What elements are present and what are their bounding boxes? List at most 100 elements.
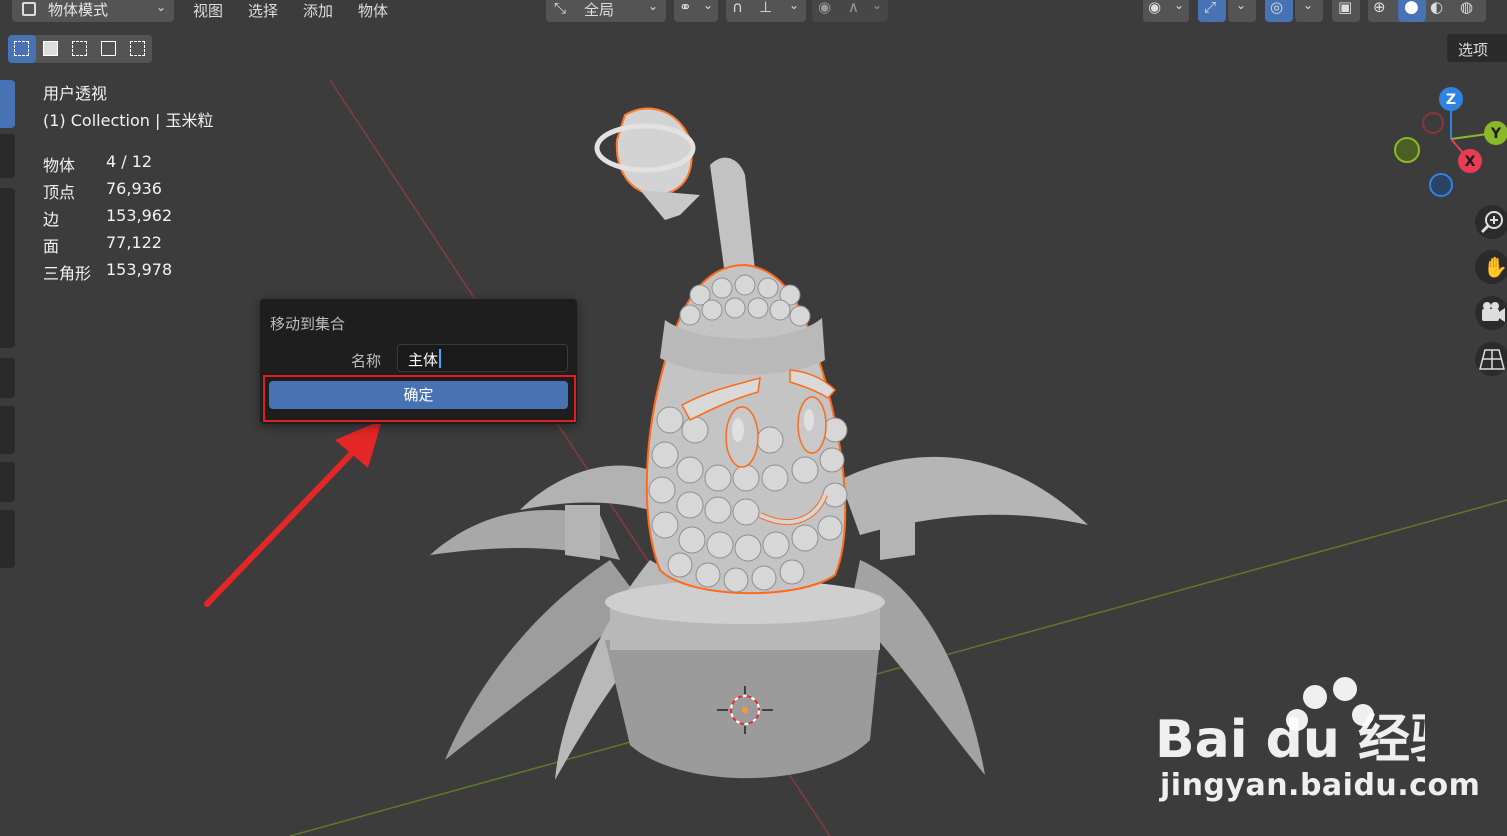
annotation-highlight-box <box>263 375 576 422</box>
pan-button[interactable]: ✋ <box>1475 250 1507 284</box>
proportional-editing-toggle[interactable]: ◉ ∧ ⌄ <box>812 0 888 22</box>
tool-measure[interactable] <box>0 406 15 454</box>
stats-row-edges: 边 153,962 <box>43 206 172 230</box>
menu-object[interactable]: 物体 <box>358 0 388 21</box>
gizmo-dropdown[interactable]: ⌄ <box>1228 0 1256 22</box>
overlay-toggle[interactable]: ◎ <box>1265 0 1293 22</box>
navigation-gizmo[interactable]: Z Y X <box>1390 85 1507 205</box>
stats-label: 边 <box>43 210 60 229</box>
visibility-dropdown[interactable]: ◉ ⌄ <box>1143 0 1189 22</box>
select-new-button[interactable] <box>8 35 36 63</box>
gizmo-toggle[interactable]: ⤢ <box>1198 0 1226 22</box>
tool-select-box[interactable] <box>0 80 15 128</box>
chevron-down-icon: ⌄ <box>1236 0 1247 12</box>
xray-icon: ▣ <box>1338 0 1353 16</box>
select-extend-button[interactable] <box>37 35 65 63</box>
neg-z-handle[interactable] <box>1429 173 1453 197</box>
stats-value: 153,962 <box>106 206 173 225</box>
proportional-icon: ◉ <box>818 0 832 16</box>
grid-view-icon <box>1479 349 1505 370</box>
hand-icon: ✋ <box>1483 255 1507 279</box>
stats-label: 物体 <box>43 156 76 175</box>
xray-toggle[interactable]: ▣ <box>1332 0 1360 22</box>
solid-shading-icon: ● <box>1404 0 1419 17</box>
eye-icon: ◉ <box>1148 0 1162 16</box>
stats-value: 77,122 <box>106 233 162 252</box>
wireframe-shading-icon[interactable]: ⊕ <box>1373 0 1386 16</box>
gizmo-icon: ⤢ <box>1204 0 1217 16</box>
tool-cursor[interactable] <box>0 134 15 178</box>
select-box-icon <box>14 41 29 56</box>
menu-view[interactable]: 视图 <box>193 0 223 21</box>
solid-shading-button[interactable]: ● <box>1398 0 1426 22</box>
select-intersect-button[interactable] <box>124 35 152 63</box>
tool-transform-group[interactable] <box>0 188 15 348</box>
chevron-down-icon: ⌄ <box>703 0 714 12</box>
selection-mode-group <box>8 35 152 63</box>
falloff-icon: ∧ <box>848 0 859 16</box>
select-invert-button[interactable] <box>95 35 123 63</box>
watermark-url: jingyan.baidu.com <box>1160 768 1481 803</box>
select-intersect-icon <box>130 41 145 56</box>
perspective-toggle-button[interactable] <box>1475 342 1507 376</box>
overlay-icon: ◎ <box>1270 0 1284 16</box>
options-label: 选项 <box>1458 41 1489 59</box>
viewport-header: 物体模式 ⌄ 视图 选择 添加 物体 ⤡ 全局 ⌄ ⚭ ⌄ ∩ ⊥ ⌄ ◉ ∧ … <box>0 0 1507 24</box>
camera-view-button[interactable] <box>1475 296 1507 330</box>
stats-row-objects: 物体 4 / 12 <box>43 152 152 176</box>
collection-name-input[interactable]: 主体 <box>397 344 568 372</box>
3d-viewport[interactable]: 物体模式 ⌄ 视图 选择 添加 物体 ⤡ 全局 ⌄ ⚭ ⌄ ∩ ⊥ ⌄ ◉ ∧ … <box>0 0 1507 836</box>
annotation-arrow <box>204 420 382 607</box>
object-mode-label: 物体模式 <box>48 0 109 19</box>
select-invert-icon <box>101 41 116 56</box>
select-subtract-icon <box>72 41 87 56</box>
material-shading-icon[interactable]: ◐ <box>1430 0 1443 16</box>
tool-extra[interactable] <box>0 510 15 568</box>
object-mode-dropdown[interactable]: 物体模式 ⌄ <box>12 0 174 22</box>
pivot-icon: ⚭ <box>679 0 692 16</box>
corn-model[interactable] <box>430 107 1088 780</box>
dialog-title: 移动到集合 <box>270 315 346 333</box>
menu-select[interactable]: 选择 <box>248 0 278 21</box>
stats-value: 4 / 12 <box>106 152 153 171</box>
pivot-point-dropdown[interactable]: ⚭ ⌄ <box>674 0 718 22</box>
name-label: 名称 <box>351 352 382 370</box>
stats-label: 三角形 <box>43 264 92 283</box>
stats-row-faces: 面 77,122 <box>43 233 162 257</box>
transform-orientation-label: 全局 <box>584 1 615 19</box>
stats-value: 153,978 <box>106 260 173 279</box>
object-mode-icon <box>22 2 36 16</box>
snap-toggle[interactable]: ∩ ⊥ ⌄ <box>726 0 806 22</box>
watermark-brand: Bai du 经验 <box>1155 710 1425 765</box>
tool-annotate[interactable] <box>0 358 15 398</box>
menu-add[interactable]: 添加 <box>303 0 333 21</box>
camera-icon <box>1482 302 1505 322</box>
overlay-dropdown[interactable]: ⌄ <box>1295 0 1323 22</box>
select-extend-icon <box>43 41 58 56</box>
x-axis-label: X <box>1465 154 1476 170</box>
zoom-icon <box>1480 211 1503 234</box>
options-dropdown[interactable]: 选项 <box>1447 34 1507 62</box>
chevron-down-icon: ⌄ <box>872 0 883 12</box>
collection-line: (1) Collection | 玉米粒 <box>43 111 214 130</box>
neg-y-handle[interactable] <box>1394 137 1420 163</box>
transform-orientation-dropdown[interactable]: ⤡ 全局 ⌄ <box>546 0 666 22</box>
z-axis-label: Z <box>1446 92 1456 108</box>
neg-x-handle[interactable] <box>1422 112 1444 134</box>
chevron-down-icon: ⌄ <box>1303 0 1314 12</box>
select-subtract-button[interactable] <box>66 35 94 63</box>
text-caret <box>439 349 441 368</box>
y-axis-label: Y <box>1490 126 1502 142</box>
zoom-button[interactable] <box>1475 205 1507 239</box>
tool-add-cube[interactable] <box>0 462 15 502</box>
baidu-paw-logo: Bai du 经验 <box>1155 677 1425 765</box>
chevron-down-icon: ⌄ <box>1174 0 1185 12</box>
chevron-down-icon: ⌄ <box>648 0 659 13</box>
view-name: 用户透视 <box>43 84 108 103</box>
stats-label: 面 <box>43 237 60 256</box>
chevron-down-icon: ⌄ <box>155 0 166 14</box>
rendered-shading-icon[interactable]: ◍ <box>1460 0 1473 16</box>
stats-value: 76,936 <box>106 179 162 198</box>
chevron-down-icon: ⌄ <box>789 0 800 12</box>
stats-row-vertices: 顶点 76,936 <box>43 179 162 203</box>
